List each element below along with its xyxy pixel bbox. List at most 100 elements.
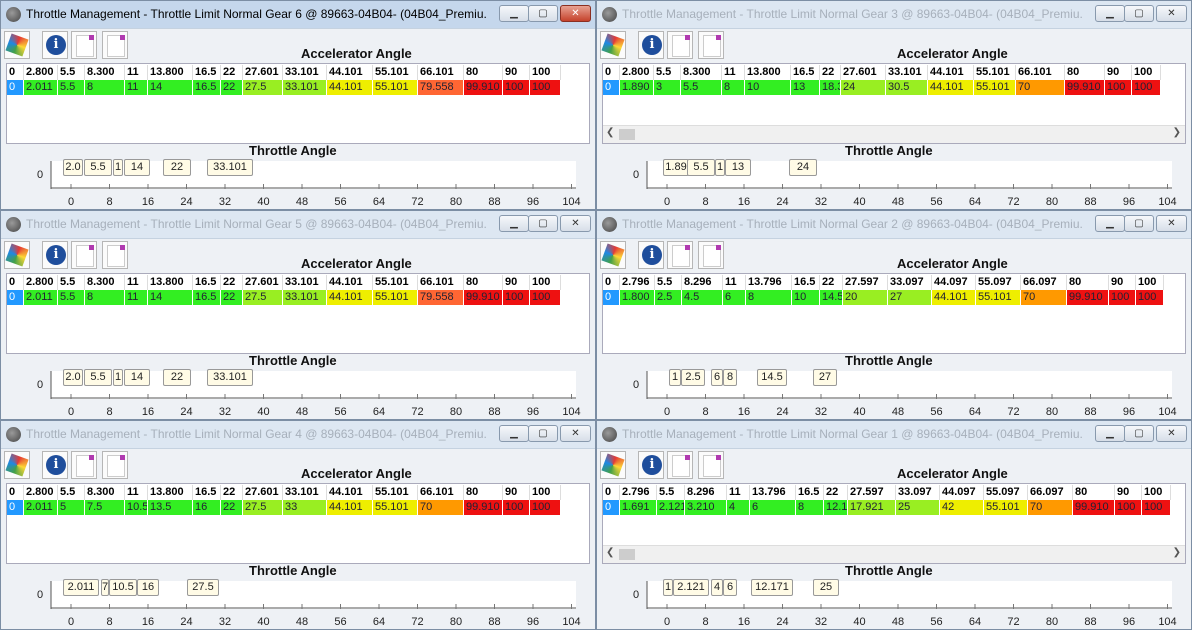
- title-bar[interactable]: Throttle Management - Throttle Limit Nor…: [597, 211, 1191, 239]
- maximize-button[interactable]: ▢: [1124, 425, 1154, 442]
- data-cell[interactable]: 20: [843, 290, 888, 305]
- data-cell[interactable]: 4.5: [682, 290, 723, 305]
- horizontal-scrollbar[interactable]: ❮ ❯: [603, 125, 1185, 143]
- title-bar[interactable]: Throttle Management - Throttle Limit Nor…: [597, 421, 1191, 449]
- title-bar[interactable]: Throttle Management - Throttle Limit Nor…: [597, 1, 1191, 29]
- title-bar[interactable]: Throttle Management - Throttle Limit Nor…: [1, 1, 595, 29]
- throttle-window[interactable]: Throttle Management - Throttle Limit Nor…: [596, 210, 1192, 420]
- scroll-right-icon[interactable]: ❯: [1173, 127, 1181, 138]
- close-button[interactable]: ✕: [560, 425, 591, 442]
- data-cell[interactable]: 2.011: [24, 80, 58, 95]
- maximize-button[interactable]: ▢: [1124, 215, 1154, 232]
- horizontal-scrollbar[interactable]: ❮ ❯: [603, 545, 1185, 563]
- throttle-marker[interactable]: 1.89: [663, 159, 689, 176]
- throttle-marker[interactable]: 24: [789, 159, 817, 176]
- data-cell[interactable]: 2.011: [24, 290, 58, 305]
- data-cell[interactable]: 7.5: [85, 500, 125, 515]
- throttle-marker[interactable]: 22: [163, 369, 191, 386]
- throttle-marker[interactable]: 6: [723, 579, 737, 596]
- throttle-marker[interactable]: 2.121: [673, 579, 709, 596]
- data-cell[interactable]: 100: [503, 500, 530, 515]
- data-cell[interactable]: 8: [85, 80, 125, 95]
- close-button[interactable]: ✕: [560, 5, 591, 22]
- data-cell[interactable]: 44.101: [932, 290, 976, 305]
- data-cell[interactable]: 8: [85, 290, 125, 305]
- data-cell[interactable]: 70: [418, 500, 464, 515]
- data-cell[interactable]: 79.558: [418, 290, 464, 305]
- data-cell[interactable]: 16: [193, 500, 221, 515]
- paste-button[interactable]: [102, 451, 128, 479]
- throttle-marker[interactable]: 22: [163, 159, 191, 176]
- data-cell[interactable]: 70: [1028, 500, 1073, 515]
- data-cell[interactable]: 70: [1016, 80, 1065, 95]
- data-cell[interactable]: 10.5: [125, 500, 148, 515]
- throttle-window[interactable]: Throttle Management - Throttle Limit Nor…: [0, 210, 596, 420]
- close-button[interactable]: ✕: [1156, 425, 1187, 442]
- data-cell[interactable]: 44.101: [327, 290, 373, 305]
- close-button[interactable]: ✕: [1156, 215, 1187, 232]
- throttle-table[interactable]: 0 2.800 5.5 8.300 11 13.800 16.5 22 27.601 33.101…: [6, 483, 590, 564]
- close-button[interactable]: ✕: [1156, 5, 1187, 22]
- data-cell[interactable]: 27.5: [243, 80, 283, 95]
- data-cell[interactable]: 2.011: [24, 500, 58, 515]
- minimize-button[interactable]: ▁: [1095, 5, 1125, 22]
- data-cell[interactable]: 8: [796, 500, 824, 515]
- paste-button[interactable]: [102, 241, 128, 269]
- close-button[interactable]: ✕: [560, 215, 591, 232]
- data-cell[interactable]: 4: [727, 500, 750, 515]
- throttle-marker[interactable]: 1: [113, 369, 123, 386]
- data-cell[interactable]: 55.101: [976, 290, 1021, 305]
- data-cell[interactable]: 18.300: [820, 80, 841, 95]
- minimize-button[interactable]: ▁: [499, 215, 529, 232]
- throttle-marker[interactable]: 2.011: [63, 579, 99, 596]
- color-scheme-button[interactable]: [600, 451, 626, 479]
- title-bar[interactable]: Throttle Management - Throttle Limit Nor…: [1, 421, 595, 449]
- data-cell[interactable]: 0: [603, 80, 620, 95]
- throttle-window[interactable]: Throttle Management - Throttle Limit Nor…: [596, 0, 1192, 210]
- scroll-right-icon[interactable]: ❯: [1173, 547, 1181, 558]
- info-button[interactable]: i: [638, 31, 664, 59]
- data-cell[interactable]: 55.101: [373, 290, 418, 305]
- paste-button[interactable]: [698, 451, 724, 479]
- color-scheme-button[interactable]: [600, 241, 626, 269]
- data-cell[interactable]: 100: [530, 500, 561, 515]
- throttle-marker[interactable]: 33.101: [207, 369, 253, 386]
- color-scheme-button[interactable]: [600, 31, 626, 59]
- data-cell[interactable]: 0: [603, 500, 620, 515]
- data-cell[interactable]: 5.5: [58, 290, 85, 305]
- copy-button[interactable]: [667, 31, 693, 59]
- data-cell[interactable]: 100: [1142, 500, 1171, 515]
- data-cell[interactable]: 42: [940, 500, 984, 515]
- data-cell[interactable]: 100: [1109, 290, 1136, 305]
- scroll-left-icon[interactable]: ❮: [606, 127, 614, 138]
- color-scheme-button[interactable]: [4, 241, 30, 269]
- maximize-button[interactable]: ▢: [528, 215, 558, 232]
- throttle-marker[interactable]: 1: [715, 159, 725, 176]
- maximize-button[interactable]: ▢: [528, 5, 558, 22]
- data-cell[interactable]: 14: [148, 290, 193, 305]
- data-cell[interactable]: 33: [283, 500, 327, 515]
- data-cell[interactable]: 100: [530, 290, 561, 305]
- data-cell[interactable]: 27: [888, 290, 932, 305]
- throttle-window[interactable]: Throttle Management - Throttle Limit Nor…: [596, 420, 1192, 630]
- maximize-button[interactable]: ▢: [1124, 5, 1154, 22]
- data-cell[interactable]: 6: [750, 500, 796, 515]
- info-button[interactable]: i: [42, 451, 68, 479]
- data-cell[interactable]: 5.5: [681, 80, 722, 95]
- data-cell[interactable]: 14.5: [820, 290, 843, 305]
- data-cell[interactable]: 10: [745, 80, 791, 95]
- scrollbar-thumb[interactable]: [619, 129, 635, 140]
- scrollbar-thumb[interactable]: [619, 549, 635, 560]
- throttle-marker[interactable]: 5.5: [84, 159, 112, 176]
- data-cell[interactable]: 13.5: [148, 500, 193, 515]
- throttle-marker[interactable]: 6: [711, 369, 723, 386]
- throttle-marker[interactable]: 14: [124, 369, 150, 386]
- throttle-table[interactable]: 0 2.796 5.5 8.296 11 13.796 16.5 22 27.597 33.097…: [602, 273, 1186, 354]
- throttle-table[interactable]: 0 2.800 5.5 8.300 11 13.800 16.5 22 27.601 33.101…: [6, 63, 590, 144]
- data-cell[interactable]: 70: [1021, 290, 1067, 305]
- throttle-chart[interactable]: 0 0 8 16 24 32 40 48 56 64 72 80 88 96 104 2.011 7 10.5 16…: [1, 579, 591, 629]
- throttle-marker[interactable]: 14.5: [757, 369, 787, 386]
- paste-button[interactable]: [698, 31, 724, 59]
- title-bar[interactable]: Throttle Management - Throttle Limit Nor…: [1, 211, 595, 239]
- data-cell[interactable]: 100: [1136, 290, 1164, 305]
